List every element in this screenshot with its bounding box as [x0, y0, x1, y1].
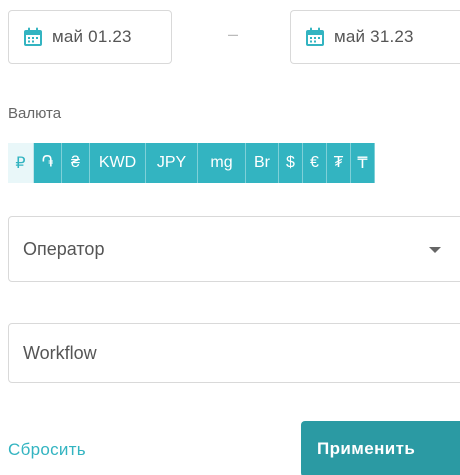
currency-option-kwd[interactable]: KWD — [90, 143, 146, 183]
date-to-text: май 31.23 — [334, 27, 414, 46]
calendar-icon — [306, 27, 324, 46]
apply-button[interactable]: Применить — [301, 421, 460, 475]
currency-selector: ₽ ֏ ₴ KWD JPY mg Br $ € ₮ ₸ — [8, 143, 375, 183]
currency-option-usd[interactable]: $ — [279, 143, 303, 183]
currency-option-mnt[interactable]: ₮ — [327, 143, 351, 183]
currency-label: Валюта — [8, 105, 62, 122]
currency-option-jpy[interactable]: JPY — [146, 143, 198, 183]
date-from-text: май 01.23 — [52, 27, 132, 46]
currency-option-mg[interactable]: mg — [198, 143, 246, 183]
currency-option-rub[interactable]: ₽ — [8, 143, 34, 183]
chevron-down-icon — [429, 247, 441, 253]
reset-button[interactable]: Сбросить — [8, 440, 86, 460]
operator-select-value: Оператор — [23, 238, 105, 259]
calendar-icon — [24, 27, 42, 46]
date-range-separator: – — [228, 24, 239, 44]
operator-select[interactable]: Оператор — [8, 216, 460, 282]
date-to-field[interactable]: май 31.23 — [290, 10, 460, 64]
workflow-input[interactable] — [8, 323, 460, 383]
currency-option-kzt[interactable]: ₸ — [351, 143, 375, 183]
currency-option-byn[interactable]: Br — [246, 143, 279, 183]
date-from-field[interactable]: май 01.23 — [8, 10, 172, 64]
currency-option-uah[interactable]: ₴ — [62, 143, 90, 183]
currency-option-amd[interactable]: ֏ — [34, 143, 62, 183]
currency-option-eur[interactable]: € — [303, 143, 327, 183]
